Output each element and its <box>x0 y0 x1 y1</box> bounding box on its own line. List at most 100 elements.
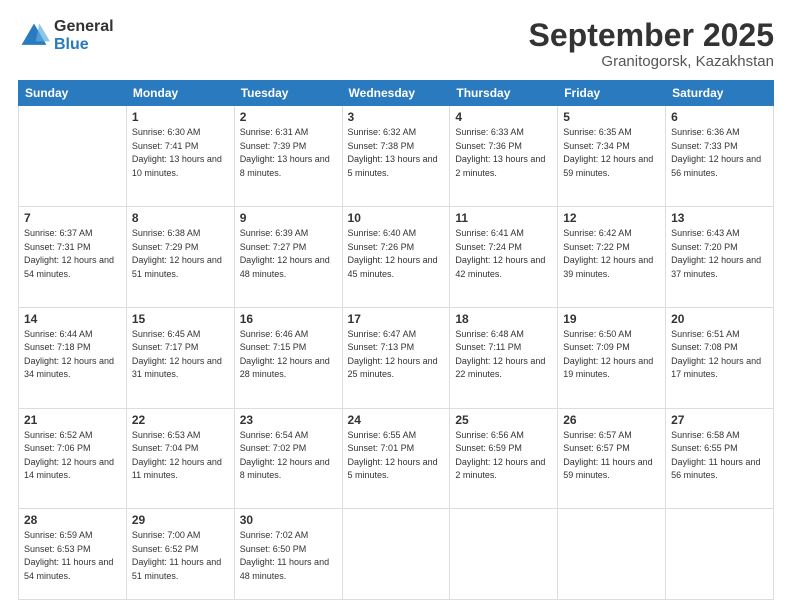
title-area: September 2025 Granitogorsk, Kazakhstan <box>529 18 774 70</box>
day-info: Sunrise: 6:42 AMSunset: 7:22 PMDaylight:… <box>563 227 660 281</box>
calendar-cell: 4 Sunrise: 6:33 AMSunset: 7:36 PMDaylight… <box>450 106 558 207</box>
day-number: 5 <box>563 110 660 124</box>
calendar-cell: 15 Sunrise: 6:45 AMSunset: 7:17 PMDayligh… <box>126 307 234 408</box>
day-info: Sunrise: 6:58 AMSunset: 6:55 PMDaylight:… <box>671 429 768 483</box>
day-info: Sunrise: 6:30 AMSunset: 7:41 PMDaylight:… <box>132 126 229 180</box>
day-info: Sunrise: 6:53 AMSunset: 7:04 PMDaylight:… <box>132 429 229 483</box>
day-number: 24 <box>348 413 445 427</box>
day-info: Sunrise: 6:32 AMSunset: 7:38 PMDaylight:… <box>348 126 445 180</box>
day-info: Sunrise: 6:40 AMSunset: 7:26 PMDaylight:… <box>348 227 445 281</box>
calendar-cell: 16 Sunrise: 6:46 AMSunset: 7:15 PMDayligh… <box>234 307 342 408</box>
logo-blue: Blue <box>54 36 114 54</box>
day-number: 21 <box>24 413 121 427</box>
calendar-week-1: 7 Sunrise: 6:37 AMSunset: 7:31 PMDaylight… <box>19 207 774 308</box>
logo-general: General <box>54 18 114 36</box>
day-info: Sunrise: 7:00 AMSunset: 6:52 PMDaylight:… <box>132 529 229 583</box>
day-number: 18 <box>455 312 552 326</box>
day-info: Sunrise: 6:46 AMSunset: 7:15 PMDaylight:… <box>240 328 337 382</box>
day-info: Sunrise: 6:33 AMSunset: 7:36 PMDaylight:… <box>455 126 552 180</box>
day-number: 19 <box>563 312 660 326</box>
col-monday: Monday <box>126 81 234 106</box>
day-info: Sunrise: 6:36 AMSunset: 7:33 PMDaylight:… <box>671 126 768 180</box>
day-number: 13 <box>671 211 768 225</box>
calendar-cell: 5 Sunrise: 6:35 AMSunset: 7:34 PMDaylight… <box>558 106 666 207</box>
col-tuesday: Tuesday <box>234 81 342 106</box>
day-info: Sunrise: 6:51 AMSunset: 7:08 PMDaylight:… <box>671 328 768 382</box>
day-info: Sunrise: 6:56 AMSunset: 6:59 PMDaylight:… <box>455 429 552 483</box>
calendar-week-2: 14Sunrise: 6:44 AMSunset: 7:18 PMDayligh… <box>19 307 774 408</box>
logo: General Blue <box>18 18 114 53</box>
calendar-cell: 19 Sunrise: 6:50 AMSunset: 7:09 PMDayligh… <box>558 307 666 408</box>
day-number: 16 <box>240 312 337 326</box>
calendar-cell: 17 Sunrise: 6:47 AMSunset: 7:13 PMDayligh… <box>342 307 450 408</box>
calendar-cell <box>450 509 558 600</box>
calendar-cell <box>342 509 450 600</box>
calendar-cell: 21Sunrise: 6:52 AMSunset: 7:06 PMDayligh… <box>19 408 127 509</box>
calendar-cell <box>666 509 774 600</box>
day-info: Sunrise: 6:55 AMSunset: 7:01 PMDaylight:… <box>348 429 445 483</box>
calendar-cell: 22 Sunrise: 6:53 AMSunset: 7:04 PMDayligh… <box>126 408 234 509</box>
col-sunday: Sunday <box>19 81 127 106</box>
calendar-cell <box>19 106 127 207</box>
day-number: 28 <box>24 513 121 527</box>
day-number: 12 <box>563 211 660 225</box>
day-info: Sunrise: 6:59 AMSunset: 6:53 PMDaylight:… <box>24 529 121 583</box>
calendar-week-0: 1Sunrise: 6:30 AMSunset: 7:41 PMDaylight… <box>19 106 774 207</box>
day-number: 6 <box>671 110 768 124</box>
col-wednesday: Wednesday <box>342 81 450 106</box>
day-info: Sunrise: 6:39 AMSunset: 7:27 PMDaylight:… <box>240 227 337 281</box>
calendar-cell: 27 Sunrise: 6:58 AMSunset: 6:55 PMDayligh… <box>666 408 774 509</box>
logo-text: General Blue <box>54 18 114 53</box>
calendar-cell: 7 Sunrise: 6:37 AMSunset: 7:31 PMDaylight… <box>19 207 127 308</box>
day-number: 25 <box>455 413 552 427</box>
day-info: Sunrise: 7:02 AMSunset: 6:50 PMDaylight:… <box>240 529 337 583</box>
day-number: 29 <box>132 513 229 527</box>
logo-icon <box>18 20 50 52</box>
page: General Blue September 2025 Granitogorsk… <box>0 0 792 612</box>
calendar-cell: 2 Sunrise: 6:31 AMSunset: 7:39 PMDaylight… <box>234 106 342 207</box>
day-number: 17 <box>348 312 445 326</box>
calendar-cell: 23Sunrise: 6:54 AMSunset: 7:02 PMDayligh… <box>234 408 342 509</box>
calendar-week-3: 21Sunrise: 6:52 AMSunset: 7:06 PMDayligh… <box>19 408 774 509</box>
day-number: 14 <box>24 312 121 326</box>
day-info: Sunrise: 6:31 AMSunset: 7:39 PMDaylight:… <box>240 126 337 180</box>
calendar-table: Sunday Monday Tuesday Wednesday Thursday… <box>18 80 774 600</box>
day-number: 11 <box>455 211 552 225</box>
calendar-cell: 6 Sunrise: 6:36 AMSunset: 7:33 PMDaylight… <box>666 106 774 207</box>
day-number: 2 <box>240 110 337 124</box>
calendar-cell: 30Sunrise: 7:02 AMSunset: 6:50 PMDayligh… <box>234 509 342 600</box>
calendar-cell: 9 Sunrise: 6:39 AMSunset: 7:27 PMDaylight… <box>234 207 342 308</box>
day-info: Sunrise: 6:37 AMSunset: 7:31 PMDaylight:… <box>24 227 121 281</box>
calendar-cell <box>558 509 666 600</box>
location-subtitle: Granitogorsk, Kazakhstan <box>529 53 774 70</box>
calendar-cell: 26Sunrise: 6:57 AMSunset: 6:57 PMDayligh… <box>558 408 666 509</box>
calendar-cell: 29 Sunrise: 7:00 AMSunset: 6:52 PMDayligh… <box>126 509 234 600</box>
day-info: Sunrise: 6:50 AMSunset: 7:09 PMDaylight:… <box>563 328 660 382</box>
day-info: Sunrise: 6:35 AMSunset: 7:34 PMDaylight:… <box>563 126 660 180</box>
day-info: Sunrise: 6:41 AMSunset: 7:24 PMDaylight:… <box>455 227 552 281</box>
day-number: 15 <box>132 312 229 326</box>
day-info: Sunrise: 6:54 AMSunset: 7:02 PMDaylight:… <box>240 429 337 483</box>
day-number: 4 <box>455 110 552 124</box>
header: General Blue September 2025 Granitogorsk… <box>18 18 774 70</box>
day-number: 9 <box>240 211 337 225</box>
day-number: 7 <box>24 211 121 225</box>
calendar-cell: 11 Sunrise: 6:41 AMSunset: 7:24 PMDayligh… <box>450 207 558 308</box>
calendar-cell: 3Sunrise: 6:32 AMSunset: 7:38 PMDaylight… <box>342 106 450 207</box>
day-number: 10 <box>348 211 445 225</box>
calendar-cell: 25 Sunrise: 6:56 AMSunset: 6:59 PMDayligh… <box>450 408 558 509</box>
day-info: Sunrise: 6:47 AMSunset: 7:13 PMDaylight:… <box>348 328 445 382</box>
day-info: Sunrise: 6:45 AMSunset: 7:17 PMDaylight:… <box>132 328 229 382</box>
calendar-cell: 28 Sunrise: 6:59 AMSunset: 6:53 PMDayligh… <box>19 509 127 600</box>
calendar-cell: 13Sunrise: 6:43 AMSunset: 7:20 PMDayligh… <box>666 207 774 308</box>
calendar-cell: 20 Sunrise: 6:51 AMSunset: 7:08 PMDayligh… <box>666 307 774 408</box>
day-number: 22 <box>132 413 229 427</box>
calendar-cell: 1Sunrise: 6:30 AMSunset: 7:41 PMDaylight… <box>126 106 234 207</box>
day-number: 27 <box>671 413 768 427</box>
calendar-cell: 18Sunrise: 6:48 AMSunset: 7:11 PMDayligh… <box>450 307 558 408</box>
calendar-week-4: 28 Sunrise: 6:59 AMSunset: 6:53 PMDayligh… <box>19 509 774 600</box>
day-number: 20 <box>671 312 768 326</box>
calendar-cell: 10 Sunrise: 6:40 AMSunset: 7:26 PMDayligh… <box>342 207 450 308</box>
day-number: 8 <box>132 211 229 225</box>
calendar-cell: 12 Sunrise: 6:42 AMSunset: 7:22 PMDayligh… <box>558 207 666 308</box>
